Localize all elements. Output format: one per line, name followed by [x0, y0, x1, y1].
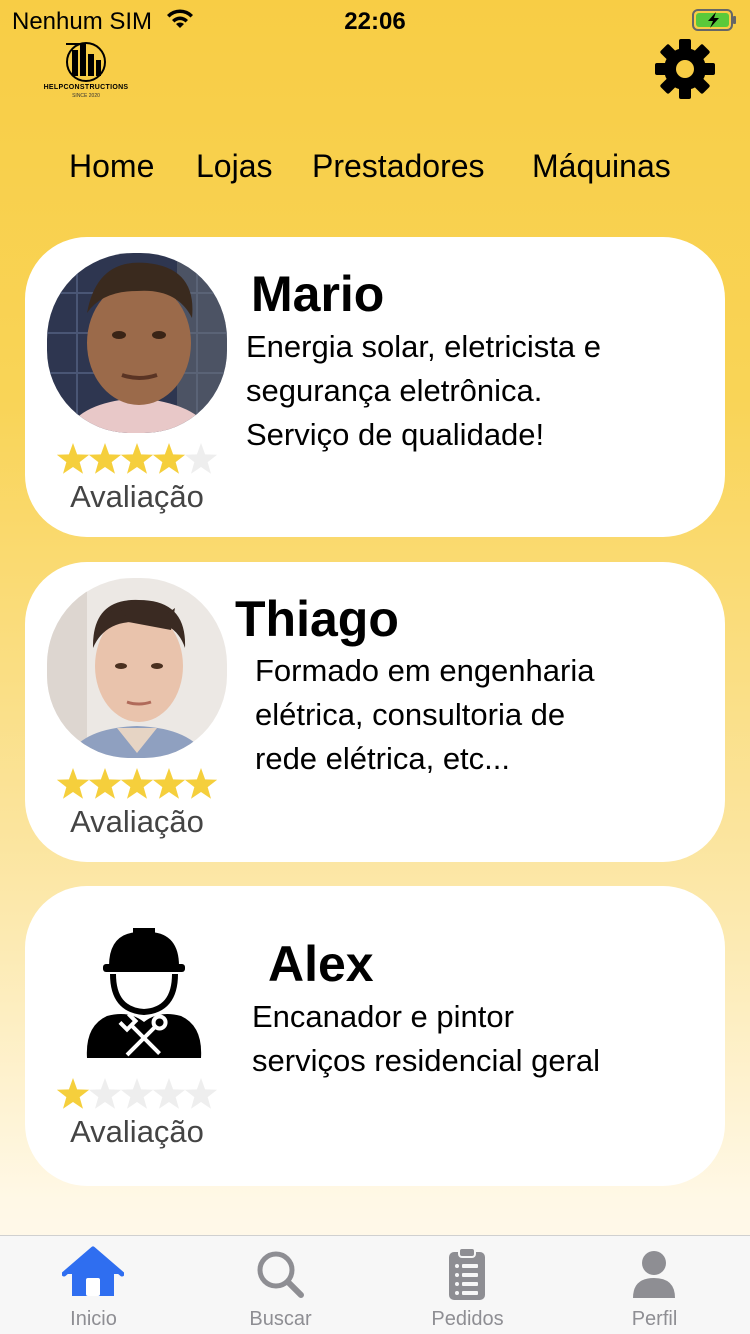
search-icon	[257, 1251, 304, 1298]
star-empty-icon	[120, 1078, 154, 1109]
provider-description: Formado em engenharia elétrica, consulto…	[255, 649, 594, 781]
tab-label: Pedidos	[431, 1308, 504, 1330]
description-line: serviços residencial geral	[252, 1043, 601, 1078]
nav-maquinas[interactable]: Máquinas	[532, 148, 671, 185]
tab-label: Perfil	[631, 1308, 678, 1330]
tab-inicio[interactable]: Inicio	[0, 1236, 187, 1334]
provider-name: Thiago	[235, 591, 399, 647]
worker-avatar-icon	[86, 928, 202, 1058]
tab-label: Buscar	[249, 1308, 312, 1330]
clock: 22:06	[344, 8, 406, 35]
tab-perfil[interactable]: Perfil	[561, 1236, 748, 1334]
provider-name: Mario	[251, 266, 385, 322]
provider-name: Alex	[268, 936, 374, 992]
star-empty-icon	[88, 1078, 122, 1109]
logo-icon	[66, 42, 106, 82]
home-icon	[62, 1246, 124, 1296]
clipboard-icon	[449, 1247, 485, 1300]
brand-tagline: SINCE 2020	[72, 93, 100, 99]
description-line: Energia solar, eletricista e	[246, 329, 601, 364]
star-filled-icon	[184, 768, 217, 799]
rating-label: Avaliação	[70, 1114, 204, 1149]
star-filled-icon	[120, 443, 154, 474]
description-line: rede elétrica, etc...	[255, 741, 511, 776]
star-empty-icon	[184, 1078, 217, 1109]
provider-card-alex[interactable]: Avaliação Alex Encanador e pintor serviç…	[25, 886, 725, 1186]
description-line: elétrica, consultoria de	[255, 697, 566, 732]
tab-pedidos[interactable]: Pedidos	[374, 1236, 561, 1334]
gear-icon[interactable]	[654, 38, 716, 100]
rating-label: Avaliação	[70, 804, 204, 839]
star-filled-icon	[120, 768, 154, 799]
description-line: Formado em engenharia	[255, 653, 595, 688]
star-filled-icon	[88, 768, 122, 799]
battery-charging-icon	[692, 9, 736, 31]
provider-card-thiago[interactable]: Avaliação Thiago Formado em engenharia e…	[25, 562, 725, 862]
status-bar: Nenhum SIM 22:06	[0, 0, 750, 44]
tab-label: Inicio	[70, 1308, 117, 1330]
brand-name: HELPCONSTRUCTIONS	[43, 84, 129, 91]
description-line: Encanador e pintor	[252, 999, 514, 1034]
star-filled-icon	[152, 443, 186, 474]
provider-description: Energia solar, eletricista e segurança e…	[246, 325, 601, 457]
star-filled-icon	[57, 1078, 90, 1109]
nav-home[interactable]: Home	[69, 148, 154, 185]
rating-stars	[57, 768, 217, 799]
star-empty-icon	[152, 1078, 186, 1109]
tab-bar: Inicio Buscar Pedidos Perfil	[0, 1235, 750, 1334]
star-filled-icon	[88, 443, 122, 474]
star-filled-icon	[152, 768, 186, 799]
rating-stars	[57, 1078, 217, 1109]
rating-label: Avaliação	[70, 479, 204, 514]
nav-prestadores[interactable]: Prestadores	[312, 148, 485, 185]
avatar	[47, 578, 227, 758]
avatar	[47, 253, 227, 433]
tab-buscar[interactable]: Buscar	[187, 1236, 374, 1334]
star-filled-icon	[57, 768, 90, 799]
rating-stars	[57, 443, 217, 474]
description-line: segurança eletrônica.	[246, 373, 543, 408]
provider-card-mario[interactable]: Avaliação Mario Energia solar, eletricis…	[25, 237, 725, 537]
star-empty-icon	[184, 443, 217, 474]
provider-description: Encanador e pintor serviços residencial …	[252, 995, 600, 1083]
description-line: Serviço de qualidade!	[246, 417, 545, 452]
person-icon	[633, 1251, 675, 1298]
nav-lojas[interactable]: Lojas	[196, 148, 273, 185]
star-filled-icon	[57, 443, 90, 474]
